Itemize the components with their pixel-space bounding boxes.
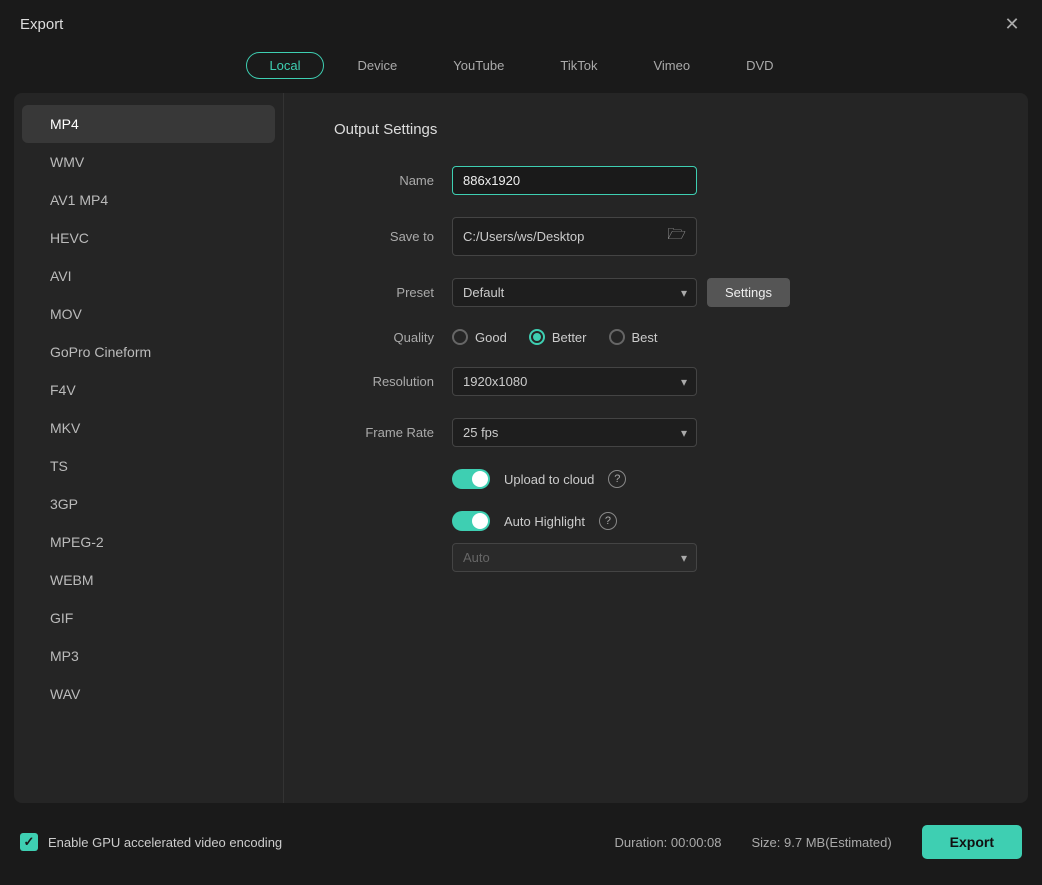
quality-good-label: Good xyxy=(475,330,507,345)
folder-icon[interactable]: 🗁 xyxy=(667,224,686,249)
main-area: MP4WMVAV1 MP4HEVCAVIMOVGoPro CineformF4V… xyxy=(14,93,1028,803)
quality-better-label: Better xyxy=(552,330,587,345)
sidebar-item-avi[interactable]: AVI xyxy=(22,257,275,295)
sidebar-item-mov[interactable]: MOV xyxy=(22,295,275,333)
name-row: Name xyxy=(334,166,978,195)
tab-youtube[interactable]: YouTube xyxy=(431,52,526,79)
export-button[interactable]: Export xyxy=(922,825,1022,859)
sidebar-item-3gp[interactable]: 3GP xyxy=(22,485,275,523)
auto-dropdown-select[interactable]: Auto xyxy=(452,543,697,572)
sidebar-item-ts[interactable]: TS xyxy=(22,447,275,485)
bottom-info: Duration: 00:00:08 Size: 9.7 MB(Estimate… xyxy=(615,825,1022,859)
settings-button[interactable]: Settings xyxy=(707,278,790,307)
auto-dropdown-select-wrapper: Auto xyxy=(452,543,697,572)
close-button[interactable]: ✕ xyxy=(1002,14,1022,34)
tab-dvd[interactable]: DVD xyxy=(724,52,795,79)
gpu-check-row: Enable GPU accelerated video encoding xyxy=(20,833,282,851)
resolution-select-wrapper: 1920x1080 1280x720 3840x2160 xyxy=(452,367,697,396)
frame-rate-row: Frame Rate 25 fps 30 fps 60 fps xyxy=(334,418,978,447)
quality-best-radio[interactable] xyxy=(609,329,625,345)
sidebar-item-f4v[interactable]: F4V xyxy=(22,371,275,409)
quality-best[interactable]: Best xyxy=(609,329,658,345)
tab-local[interactable]: Local xyxy=(246,52,323,79)
auto-highlight-help-icon[interactable]: ? xyxy=(599,512,617,530)
quality-better[interactable]: Better xyxy=(529,329,587,345)
resolution-label: Resolution xyxy=(334,374,434,389)
sidebar-item-mp4[interactable]: MP4 xyxy=(22,105,275,143)
quality-good-radio[interactable] xyxy=(452,329,468,345)
upload-cloud-help-icon[interactable]: ? xyxy=(608,470,626,488)
sidebar-item-mp3[interactable]: MP3 xyxy=(22,637,275,675)
preset-select-wrapper: Default Custom xyxy=(452,278,697,307)
preset-row: Preset Default Custom Settings xyxy=(334,278,978,307)
title-bar: Export ✕ xyxy=(0,0,1042,44)
upload-cloud-row: Upload to cloud ? xyxy=(452,469,978,489)
quality-row: Quality Good Better Best xyxy=(334,329,978,345)
tabs-row: Local Device YouTube TikTok Vimeo DVD xyxy=(0,44,1042,93)
tab-device[interactable]: Device xyxy=(336,52,420,79)
output-settings-title: Output Settings xyxy=(334,121,978,138)
window-title: Export xyxy=(20,16,63,33)
upload-cloud-toggle[interactable] xyxy=(452,469,490,489)
tab-vimeo[interactable]: Vimeo xyxy=(631,52,712,79)
sidebar-item-gif[interactable]: GIF xyxy=(22,599,275,637)
resolution-select[interactable]: 1920x1080 1280x720 3840x2160 xyxy=(452,367,697,396)
tab-tiktok[interactable]: TikTok xyxy=(538,52,619,79)
sidebar-item-gopro[interactable]: GoPro Cineform xyxy=(22,333,275,371)
content-area: Output Settings Name Save to C:/Users/ws… xyxy=(284,93,1028,803)
sidebar-item-hevc[interactable]: HEVC xyxy=(22,219,275,257)
sidebar-item-webm[interactable]: WEBM xyxy=(22,561,275,599)
auto-highlight-label: Auto Highlight xyxy=(504,514,585,529)
sidebar-item-wmv[interactable]: WMV xyxy=(22,143,275,181)
name-input[interactable] xyxy=(452,166,697,195)
quality-good[interactable]: Good xyxy=(452,329,507,345)
gpu-label: Enable GPU accelerated video encoding xyxy=(48,835,282,850)
sidebar: MP4WMVAV1 MP4HEVCAVIMOVGoPro CineformF4V… xyxy=(14,93,284,803)
frame-rate-label: Frame Rate xyxy=(334,425,434,440)
duration-text: Duration: 00:00:08 xyxy=(615,835,722,850)
save-to-path: C:/Users/ws/Desktop xyxy=(463,229,659,244)
sidebar-item-wav[interactable]: WAV xyxy=(22,675,275,713)
sidebar-item-mpeg2[interactable]: MPEG-2 xyxy=(22,523,275,561)
preset-label: Preset xyxy=(334,285,434,300)
frame-rate-select-wrapper: 25 fps 30 fps 60 fps xyxy=(452,418,697,447)
auto-dropdown-wrapper: Auto xyxy=(452,543,978,572)
upload-cloud-label: Upload to cloud xyxy=(504,472,594,487)
name-label: Name xyxy=(334,173,434,188)
quality-better-radio[interactable] xyxy=(529,329,545,345)
size-text: Size: 9.7 MB(Estimated) xyxy=(752,835,892,850)
save-to-row: Save to C:/Users/ws/Desktop 🗁 xyxy=(334,217,978,256)
auto-highlight-toggle[interactable] xyxy=(452,511,490,531)
resolution-row: Resolution 1920x1080 1280x720 3840x2160 xyxy=(334,367,978,396)
bottom-bar: Enable GPU accelerated video encoding Du… xyxy=(0,811,1042,873)
preset-select[interactable]: Default Custom xyxy=(452,278,697,307)
save-to-field[interactable]: C:/Users/ws/Desktop 🗁 xyxy=(452,217,697,256)
quality-label: Quality xyxy=(334,330,434,345)
frame-rate-select[interactable]: 25 fps 30 fps 60 fps xyxy=(452,418,697,447)
sidebar-item-av1mp4[interactable]: AV1 MP4 xyxy=(22,181,275,219)
sidebar-item-mkv[interactable]: MKV xyxy=(22,409,275,447)
gpu-checkbox[interactable] xyxy=(20,833,38,851)
quality-options: Good Better Best xyxy=(452,329,658,345)
save-to-label: Save to xyxy=(334,229,434,244)
auto-highlight-row: Auto Highlight ? xyxy=(452,511,978,531)
preset-controls: Default Custom Settings xyxy=(452,278,790,307)
quality-best-label: Best xyxy=(632,330,658,345)
